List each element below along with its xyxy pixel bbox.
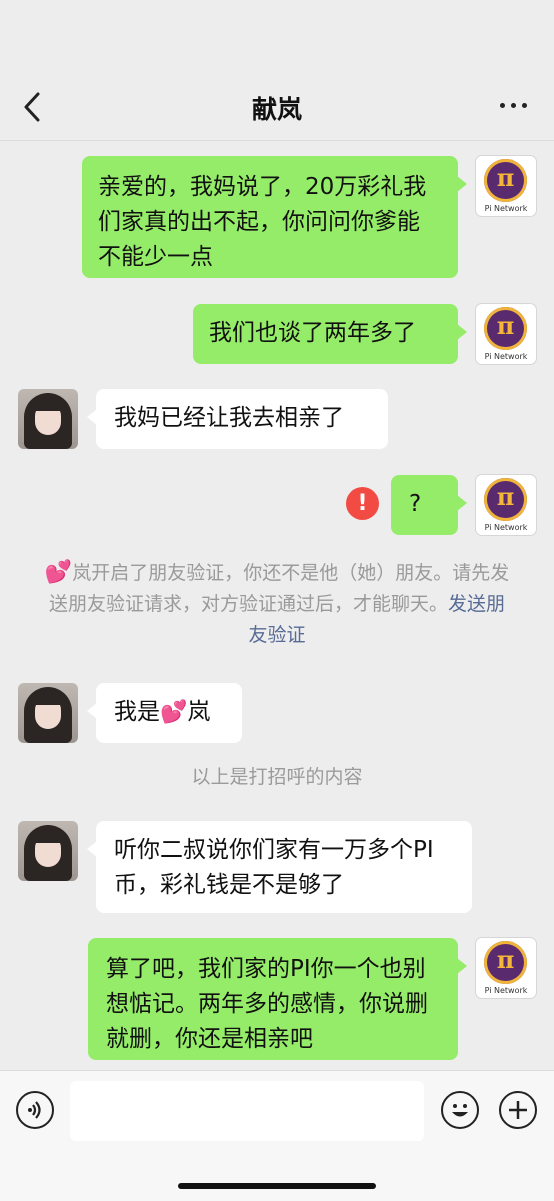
message-text: 我妈已经让我去相亲了 bbox=[114, 405, 344, 431]
home-indicator bbox=[178, 1183, 376, 1189]
system-notice-greeting: 以上是打招呼的内容 bbox=[191, 766, 363, 788]
emoji-icon[interactable] bbox=[441, 1091, 479, 1129]
pi-logo-icon: π bbox=[484, 478, 527, 521]
avatar-self[interactable]: π Pi Network bbox=[476, 475, 536, 535]
message-text: ? bbox=[409, 491, 422, 517]
heart-emoji: 💕 bbox=[160, 700, 188, 725]
avatar-caption: Pi Network bbox=[484, 986, 528, 995]
message-text: 我是 bbox=[114, 699, 160, 725]
message-bubble-outgoing[interactable]: ? bbox=[391, 475, 467, 535]
avatar-caption: Pi Network bbox=[484, 523, 528, 532]
message-input[interactable] bbox=[70, 1081, 424, 1141]
system-notice-verification: 💕岚开启了朋友验证，你还不是他（她）朋友。请先发送朋友验证请求，对方验证通过后，… bbox=[40, 557, 514, 651]
verification-text: 岚开启了朋友验证，你还不是他（她）朋友。请先发送朋友验证请求，对方验证通过后，才… bbox=[48, 562, 510, 615]
pi-logo-icon: π bbox=[484, 159, 527, 202]
message-text: 我们也谈了两年多了 bbox=[209, 320, 416, 346]
avatar-contact[interactable] bbox=[18, 683, 78, 743]
message-bubble-incoming[interactable]: 我是💕岚 bbox=[87, 683, 242, 743]
chat-header: 献岚 bbox=[0, 0, 554, 141]
message-text: 算了吧，我们家的PI你一个也别想惦记。两年多的感情，你说删就删，你还是相亲吧 bbox=[106, 956, 428, 1052]
message-bubble-outgoing[interactable]: 亲爱的，我妈说了，20万彩礼我们家真的出不起，你问问你爹能不能少一点 bbox=[82, 156, 467, 278]
input-bar bbox=[0, 1070, 554, 1201]
send-failed-icon[interactable]: ! bbox=[346, 487, 379, 520]
pi-logo-icon: π bbox=[484, 941, 527, 984]
avatar-caption: Pi Network bbox=[484, 204, 528, 213]
avatar-contact[interactable] bbox=[18, 389, 78, 449]
avatar-caption: Pi Network bbox=[484, 352, 528, 361]
message-bubble-incoming[interactable]: 听你二叔说你们家有一万多个PI 币，彩礼钱是不是够了 bbox=[87, 821, 472, 913]
more-horizontal-icon[interactable] bbox=[500, 100, 528, 110]
message-bubble-incoming[interactable]: 我妈已经让我去相亲了 bbox=[87, 389, 388, 449]
message-text: 亲爱的，我妈说了，20万彩礼我们家真的出不起，你问问你爹能不能少一点 bbox=[98, 174, 427, 270]
message-bubble-outgoing[interactable]: 我们也谈了两年多了 bbox=[193, 304, 467, 364]
message-text: 岚 bbox=[187, 699, 211, 725]
avatar-contact[interactable] bbox=[18, 821, 78, 881]
avatar-self[interactable]: π Pi Network bbox=[476, 304, 536, 364]
plus-icon[interactable] bbox=[499, 1091, 537, 1129]
message-text: 听你二叔说你们家有一万多个PI 币，彩礼钱是不是够了 bbox=[114, 837, 434, 898]
message-bubble-outgoing[interactable]: 算了吧，我们家的PI你一个也别想惦记。两年多的感情，你说删就删，你还是相亲吧 bbox=[88, 938, 467, 1060]
pi-logo-icon: π bbox=[484, 307, 527, 350]
heart-emoji: 💕 bbox=[44, 560, 73, 585]
chat-title: 献岚 bbox=[251, 95, 302, 124]
avatar-self[interactable]: π Pi Network bbox=[476, 938, 536, 998]
voice-icon[interactable] bbox=[16, 1091, 54, 1129]
avatar-self[interactable]: π Pi Network bbox=[476, 156, 536, 216]
